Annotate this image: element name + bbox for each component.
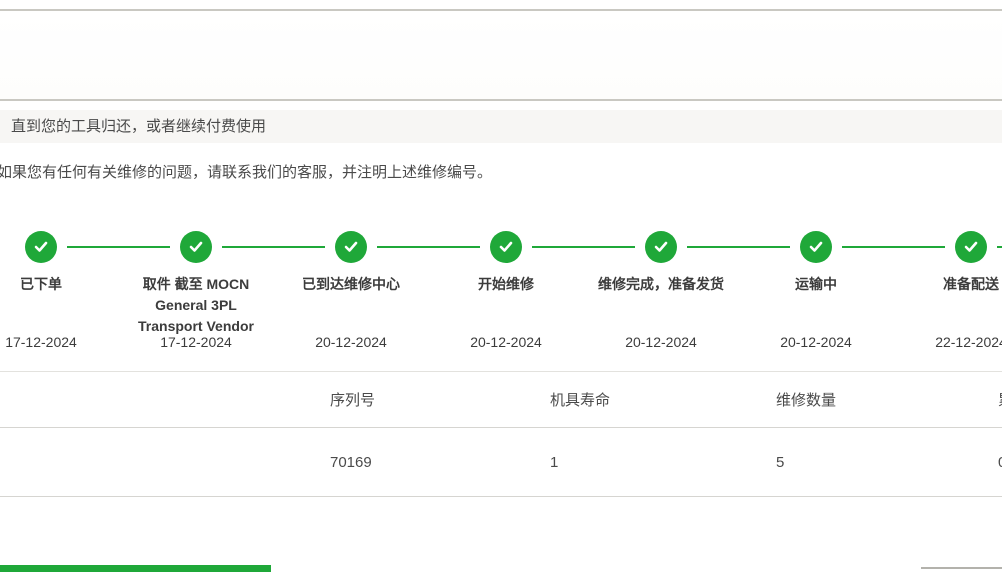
check-icon: [189, 241, 203, 253]
step-date: 20-12-2024: [273, 334, 429, 350]
repair-count-value: 5: [776, 429, 784, 496]
clipped-column-header: 累: [998, 372, 1002, 427]
step-date: 17-12-2024: [0, 334, 119, 350]
step-title: 准备配送: [893, 274, 1002, 295]
step-date: 20-12-2024: [428, 334, 584, 350]
timeline-step-in-transit: 运输中 20-12-2024: [738, 226, 894, 360]
step-complete-circle: [25, 231, 57, 263]
tool-life-value: 1: [550, 429, 558, 496]
check-icon: [654, 241, 668, 253]
step-date: 22-12-2024: [893, 334, 1002, 350]
step-title: 开始维修: [428, 274, 584, 295]
step-complete-circle: [955, 231, 987, 263]
timeline-step-ready-delivery: 准备配送 22-12-2024: [893, 226, 1002, 360]
table-data-row: 70169 1 5 0: [0, 429, 1002, 497]
repair-timeline: 已下单 17-12-2024 取件 截至 MOCN General 3PL Tr…: [0, 0, 1002, 360]
timeline-step-repair-started: 开始维修 20-12-2024: [428, 226, 584, 360]
step-complete-circle: [490, 231, 522, 263]
step-complete-circle: [335, 231, 367, 263]
timeline-step-pickup: 取件 截至 MOCN General 3PL Transport Vendor …: [118, 226, 274, 360]
check-icon: [344, 241, 358, 253]
step-complete-circle: [645, 231, 677, 263]
step-title: 已下单: [0, 274, 119, 295]
step-title: 维修完成，准备发货: [583, 274, 739, 295]
timeline-step-repair-complete: 维修完成，准备发货 20-12-2024: [583, 226, 739, 360]
serial-number-value: 70169: [330, 429, 372, 496]
step-date: 20-12-2024: [583, 334, 739, 350]
timeline-step-arrived-center: 已到达维修中心 20-12-2024: [273, 226, 429, 360]
serial-number-header: 序列号: [330, 372, 375, 427]
timeline-step-ordered: 已下单 17-12-2024: [0, 226, 119, 360]
step-complete-circle: [800, 231, 832, 263]
step-date: 20-12-2024: [738, 334, 894, 350]
bottom-green-bar: [0, 565, 271, 572]
clipped-column-value: 0: [998, 429, 1002, 496]
step-complete-circle: [180, 231, 212, 263]
tool-life-header: 机具寿命: [550, 372, 610, 427]
step-date: 17-12-2024: [118, 334, 274, 350]
horizontal-scrollbar[interactable]: [921, 567, 1002, 569]
check-icon: [809, 241, 823, 253]
step-title: 运输中: [738, 274, 894, 295]
repair-status-page: ， 直到您的工具归还，或者继续付费使用 如果您有任何有关维修的问题，请联系我们的…: [0, 0, 1002, 573]
step-title: 取件 截至 MOCN General 3PL Transport Vendor: [118, 274, 274, 337]
table-header-row: 序列号 机具寿命 维修数量 累: [0, 371, 1002, 428]
check-icon: [964, 241, 978, 253]
repair-count-header: 维修数量: [776, 372, 836, 427]
step-title: 已到达维修中心: [273, 274, 429, 295]
check-icon: [34, 241, 48, 253]
check-icon: [499, 241, 513, 253]
